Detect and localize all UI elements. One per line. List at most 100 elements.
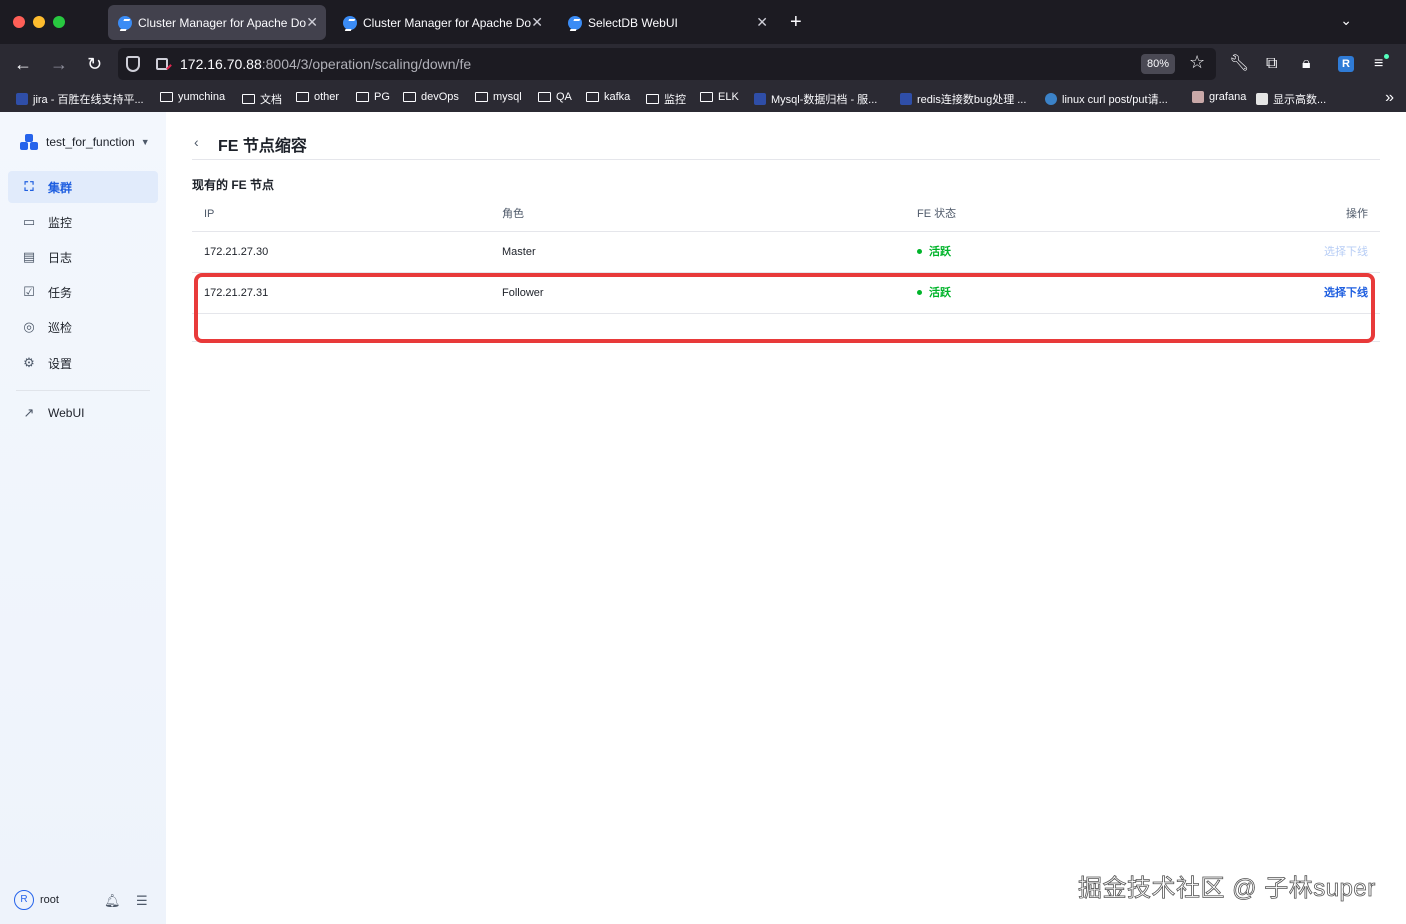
- sidebar-item-cluster[interactable]: ⛶ 集群: [8, 171, 158, 203]
- browser-tab-2[interactable]: Cluster Manager for Apache Doris ✕: [333, 5, 551, 40]
- bookmark-folder-yumchina[interactable]: yumchina: [160, 91, 225, 103]
- node-status-text: 活跃: [929, 246, 951, 258]
- sidebar-item-inspection[interactable]: ◎ 巡检: [8, 311, 158, 343]
- sidebar-item-task[interactable]: ☑ 任务: [8, 276, 158, 308]
- bookmark-folder-pg[interactable]: PG: [356, 91, 390, 103]
- jira-favicon-icon: [16, 93, 28, 105]
- node-role: Master: [502, 246, 536, 258]
- reload-icon[interactable]: ↻: [87, 52, 102, 76]
- site-favicon-icon: [754, 93, 766, 105]
- bookmark-show-high[interactable]: 显示高数...: [1256, 91, 1326, 107]
- table-row-empty: [192, 314, 1380, 342]
- folder-icon: [646, 94, 659, 104]
- settings-icon: ⚙: [23, 355, 35, 370]
- monitor-icon: ▭: [22, 214, 36, 229]
- node-ip: 172.21.27.30: [204, 246, 269, 258]
- bookmark-star-icon[interactable]: ☆: [1189, 52, 1205, 73]
- chart-favicon-icon: [1256, 93, 1268, 105]
- bookmark-label: Mysql-数据归档 - 服...: [771, 94, 878, 106]
- bookmark-folder-other[interactable]: other: [296, 91, 339, 103]
- notification-bell-icon[interactable]: 🔔︎: [104, 893, 121, 909]
- folder-icon: [356, 92, 369, 102]
- select-decommission-link[interactable]: 选择下线: [1324, 232, 1368, 272]
- tab-list-chevron-icon[interactable]: ⌄: [1340, 12, 1352, 29]
- sidebar-item-monitor[interactable]: ▭ 监控: [8, 206, 158, 238]
- url-text[interactable]: 172.16.70.88:8004/3/operation/scaling/do…: [180, 56, 471, 72]
- user-profile[interactable]: R root: [14, 890, 59, 910]
- username: root: [40, 894, 59, 906]
- sidebar-item-label: WebUI: [48, 406, 85, 420]
- back-chevron-icon[interactable]: ‹: [194, 134, 199, 150]
- wrench-icon[interactable]: 🔧︎: [1229, 56, 1249, 72]
- bookmark-folder-mysql[interactable]: mysql: [475, 91, 522, 103]
- main-content: ‹ FE 节点缩容 现有的 FE 节点 IP 角色 FE 状态 操作 172.2…: [166, 112, 1406, 924]
- sidebar-item-settings[interactable]: ⚙ 设置: [8, 347, 158, 379]
- r-extension-icon[interactable]: R: [1338, 56, 1354, 72]
- bookmark-linux-curl[interactable]: linux curl post/put请...: [1045, 91, 1168, 107]
- cluster-selector[interactable]: test_for_function ▼: [20, 134, 150, 150]
- tab-strip: Cluster Manager for Apache Doris ✕ Clust…: [0, 0, 1406, 44]
- tab-title: Cluster Manager for Apache Doris: [363, 15, 531, 30]
- forward-arrow-icon[interactable]: →: [50, 52, 68, 76]
- bookmark-folder-devops[interactable]: devOps: [403, 91, 459, 103]
- bookmark-folder-monitor[interactable]: 监控: [646, 91, 686, 107]
- bookmark-label: mysql: [493, 91, 522, 103]
- cluster-name: test_for_function: [46, 135, 135, 149]
- zoom-level-badge[interactable]: 80%: [1141, 54, 1176, 74]
- sidebar-item-webui[interactable]: ↗ WebUI: [8, 397, 158, 429]
- sidebar-item-log[interactable]: ▤ 日志: [8, 241, 158, 273]
- bookmark-folder-kafka[interactable]: kafka: [586, 91, 630, 103]
- bookmark-label: yumchina: [178, 91, 226, 103]
- maximize-window-button[interactable]: [53, 16, 65, 28]
- bookmark-folder-qa[interactable]: QA: [538, 91, 572, 103]
- sidebar-item-label: 任务: [48, 285, 73, 300]
- lock-extension-icon[interactable]: 🔒︎: [1302, 56, 1311, 72]
- minimize-window-button[interactable]: [33, 16, 45, 28]
- extensions-puzzle-icon[interactable]: ⧉: [1266, 56, 1277, 72]
- node-status-text: 活跃: [929, 287, 951, 299]
- sidebar-item-label: 监控: [48, 215, 73, 230]
- back-arrow-icon[interactable]: ←: [14, 52, 32, 76]
- column-header-action: 操作: [1346, 208, 1368, 220]
- bookmark-label: jira - 百胜在线支持平...: [33, 94, 144, 106]
- web-page: test_for_function ▼ ⛶ 集群 ▭ 监控 ▤ 日志 ☑ 任务 …: [0, 112, 1406, 924]
- url-path: :8004/3/operation/scaling/down/fe: [261, 56, 472, 72]
- bookmark-redis-bug[interactable]: redis连接数bug处理 ...: [900, 91, 1026, 107]
- select-decommission-link[interactable]: 选择下线: [1324, 273, 1368, 313]
- bookmark-label: QA: [556, 91, 572, 103]
- hamburger-menu-icon[interactable]: ≡: [1374, 56, 1383, 72]
- close-tab-icon[interactable]: ✕: [531, 14, 543, 30]
- column-header-ip: IP: [204, 208, 215, 220]
- close-window-button[interactable]: [13, 16, 25, 28]
- bookmark-mysql-archive[interactable]: Mysql-数据归档 - 服...: [754, 91, 877, 107]
- column-header-role: 角色: [502, 208, 524, 220]
- fe-nodes-table: IP 角色 FE 状态 操作 172.21.27.30 Master 活跃 选择…: [192, 196, 1380, 342]
- insecure-lock-icon[interactable]: [156, 58, 168, 70]
- address-bar[interactable]: 172.16.70.88:8004/3/operation/scaling/do…: [118, 48, 1216, 80]
- update-indicator-dot: [1384, 54, 1389, 59]
- close-tab-icon[interactable]: ✕: [306, 14, 318, 30]
- bookmark-jira[interactable]: jira - 百胜在线支持平...: [16, 91, 144, 107]
- page-title: FE 节点缩容: [218, 138, 307, 155]
- sidebar-item-label: 集群: [48, 180, 73, 195]
- sidebar-divider: [16, 390, 150, 391]
- new-tab-button[interactable]: +: [790, 10, 802, 34]
- bookmark-label: devOps: [421, 91, 459, 103]
- bookmark-label: grafana: [1209, 91, 1247, 103]
- browser-tab-1[interactable]: Cluster Manager for Apache Doris ✕: [108, 5, 326, 40]
- close-tab-icon[interactable]: ✕: [756, 14, 768, 30]
- bookmarks-toolbar: jira - 百胜在线支持平... yumchina 文档 other PG d…: [0, 84, 1406, 112]
- tracking-protection-shield-icon[interactable]: [126, 56, 140, 72]
- bookmark-folder-docs[interactable]: 文档: [242, 91, 282, 107]
- bookmark-folder-elk[interactable]: ELK: [700, 91, 739, 103]
- browser-tab-3[interactable]: SelectDB WebUI ✕: [558, 5, 776, 40]
- status-dot-icon: [917, 289, 922, 295]
- node-status: 活跃: [917, 232, 951, 272]
- node-ip: 172.21.27.31: [204, 287, 269, 299]
- external-link-icon: ↗: [23, 405, 35, 420]
- collapse-sidebar-icon[interactable]: ☰: [136, 893, 148, 909]
- bookmark-grafana[interactable]: grafana: [1192, 91, 1246, 103]
- more-bookmarks-chevron-icon[interactable]: »: [1385, 89, 1394, 107]
- sidebar: test_for_function ▼ ⛶ 集群 ▭ 监控 ▤ 日志 ☑ 任务 …: [0, 112, 166, 924]
- folder-icon: [296, 92, 309, 102]
